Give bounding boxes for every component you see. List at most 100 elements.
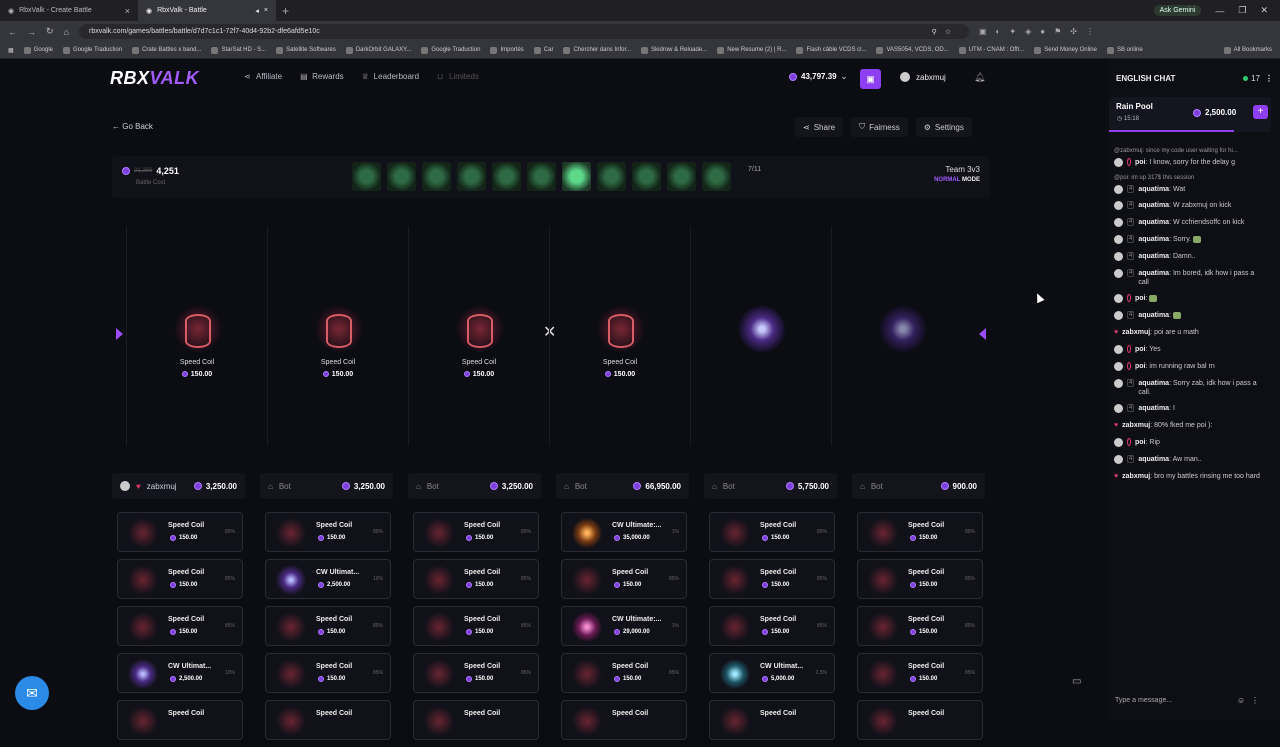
nav-affiliate[interactable]: ⋖ Affiliate	[244, 72, 282, 81]
drop-card[interactable]: Speed Coil 150.00 85%	[857, 559, 983, 599]
close-tab-icon[interactable]: ×	[264, 7, 268, 14]
bookmark[interactable]: StarSat HD - S...	[211, 46, 266, 54]
bookmark[interactable]: Send Money Online	[1034, 46, 1097, 54]
avatar[interactable]	[1114, 438, 1123, 447]
case-thumbnail[interactable]	[667, 162, 696, 191]
drop-card[interactable]: CW Ultimat... 2,500.00 10%	[117, 653, 243, 693]
bookmark-folder[interactable]: Car	[533, 46, 553, 54]
browser-tab-battle[interactable]: ◉ RbxValk - Battle ◂ ×	[138, 0, 276, 21]
case-thumbnail[interactable]	[457, 162, 486, 191]
avatar[interactable]	[1114, 379, 1123, 388]
drop-card[interactable]: Speed Coil 150.00 85%	[857, 512, 983, 552]
case-thumbnail[interactable]	[527, 162, 556, 191]
chat-username[interactable]: aquatima	[1138, 236, 1169, 243]
home-icon[interactable]: ⌂	[64, 27, 69, 37]
browser-tab-create-battle[interactable]: ◉ RbxValk - Create Battle ×	[0, 0, 138, 21]
drop-card[interactable]: Speed Coil 150.00 85%	[857, 653, 983, 693]
go-back-link[interactable]: ← Go Back	[112, 122, 153, 131]
bookmark[interactable]: Crate Battles x band...	[132, 46, 201, 54]
chat-message-input[interactable]: Type a message... ☺⋮	[1109, 689, 1271, 711]
avatar[interactable]	[1114, 269, 1123, 278]
drop-card[interactable]: Speed Coil 150.00 85%	[117, 559, 243, 599]
nav-rewards[interactable]: ▤ Rewards	[300, 72, 344, 81]
apps-grid-icon[interactable]: ▦	[8, 47, 14, 54]
chat-username[interactable]: zabxmuj	[1122, 329, 1150, 336]
drop-card[interactable]: Speed Coil	[709, 700, 835, 740]
address-actions-icon[interactable]: ⚲☆	[932, 28, 959, 36]
case-thumbnail[interactable]	[387, 162, 416, 191]
avatar[interactable]	[1114, 252, 1123, 261]
bookmark[interactable]: Chercher dans Infor...	[563, 46, 631, 54]
avatar[interactable]	[1114, 158, 1123, 167]
drop-card[interactable]: Speed Coil	[265, 700, 391, 740]
reload-icon[interactable]: ↻	[46, 26, 54, 37]
share-button[interactable]: ⋖ Share	[795, 117, 844, 137]
avatar[interactable]	[1114, 294, 1123, 303]
chat-menu-icon[interactable]: ⋮	[1265, 74, 1273, 83]
case-thumbnail[interactable]	[562, 162, 591, 191]
chat-username[interactable]: aquatima	[1138, 405, 1169, 412]
avatar[interactable]	[1114, 311, 1123, 320]
drop-card[interactable]: Speed Coil	[857, 700, 983, 740]
speaker-icon[interactable]: ◂	[255, 7, 259, 15]
drop-card[interactable]: CW Ultimat... 5,000.00 2.5%	[709, 653, 835, 693]
case-thumbnail[interactable]	[632, 162, 661, 191]
support-chat-button[interactable]: ✉	[15, 676, 49, 710]
case-thumbnail[interactable]	[702, 162, 731, 191]
extension-icon[interactable]: ✦	[1009, 27, 1016, 36]
drop-card[interactable]: Speed Coil 150.00 85%	[413, 512, 539, 552]
minimize-icon[interactable]: —	[1215, 6, 1224, 16]
maximize-icon[interactable]: ❐	[1238, 5, 1246, 16]
extension-icon[interactable]: ●	[1040, 27, 1045, 36]
extension-icon[interactable]: ◈	[1025, 27, 1031, 36]
avatar[interactable]	[120, 481, 130, 491]
drop-card[interactable]: Speed Coil 150.00 85%	[561, 559, 687, 599]
drop-card[interactable]: CW Ultimate:... 35,000.00 1%	[561, 512, 687, 552]
close-window-icon[interactable]: ✕	[1260, 5, 1268, 16]
drop-card[interactable]: Speed Coil 150.00 85%	[413, 606, 539, 646]
avatar[interactable]	[1114, 404, 1123, 413]
site-logo[interactable]: RBXVALK	[110, 68, 199, 89]
chat-username[interactable]: aquatima	[1138, 219, 1169, 226]
extension-icon[interactable]: ▣	[979, 27, 987, 36]
ask-gemini-button[interactable]: Ask Gemini	[1153, 5, 1202, 16]
drop-card[interactable]: Speed Coil 150.00 85%	[413, 559, 539, 599]
bell-icon[interactable]: 🔔︎	[974, 72, 985, 83]
avatar[interactable]	[1114, 201, 1123, 210]
chat-username[interactable]: zabxmuj	[1122, 422, 1150, 429]
balance-display[interactable]: 43,797.39 ⌄	[789, 72, 847, 81]
drop-card[interactable]: Speed Coil 150.00 85%	[561, 653, 687, 693]
drop-card[interactable]: Speed Coil	[117, 700, 243, 740]
drop-card[interactable]: CW Ultimat... 2,500.00 10%	[265, 559, 391, 599]
chat-username[interactable]: aquatima	[1138, 456, 1169, 463]
case-thumbnail[interactable]	[422, 162, 451, 191]
tip-rain-button[interactable]: +	[1253, 105, 1268, 119]
chat-username[interactable]: aquatima	[1138, 253, 1169, 260]
avatar[interactable]	[1114, 235, 1123, 244]
avatar[interactable]	[1114, 345, 1123, 354]
bookmark[interactable]: VAS5054, VCDS, OD...	[876, 46, 949, 54]
bookmark[interactable]: UTM - CNAM : Offr...	[958, 46, 1024, 54]
chat-username[interactable]: aquatima	[1138, 186, 1169, 193]
bookmark[interactable]: Google Traduction	[421, 46, 480, 54]
chat-username[interactable]: poi	[1135, 295, 1146, 302]
chat-username[interactable]: zabxmuj	[1122, 473, 1150, 480]
all-bookmarks-folder[interactable]: All Bookmarks	[1223, 46, 1272, 54]
drop-card[interactable]: Speed Coil	[561, 700, 687, 740]
avatar[interactable]	[1114, 218, 1123, 227]
emoji-and-menu-icon[interactable]: ☺⋮	[1237, 696, 1265, 705]
chat-username[interactable]: aquatima	[1138, 202, 1169, 209]
avatar[interactable]	[1114, 185, 1123, 194]
drop-card[interactable]: Speed Coil 150.00 85%	[413, 653, 539, 693]
deposit-button[interactable]: ▣	[860, 69, 881, 89]
drop-card[interactable]: Speed Coil 150.00 85%	[265, 512, 391, 552]
bookmark-folder[interactable]: Importés	[490, 46, 524, 54]
player-name[interactable]: zabxmuj	[147, 482, 177, 491]
chat-username[interactable]: poi	[1135, 363, 1146, 370]
avatar[interactable]	[1114, 362, 1123, 371]
fairness-button[interactable]: ⛉ Fairness	[851, 117, 908, 137]
drop-card[interactable]: Speed Coil 150.00 85%	[117, 512, 243, 552]
drop-card[interactable]: CW Ultimate:... 29,000.00 1%	[561, 606, 687, 646]
drop-card[interactable]: Speed Coil 150.00 85%	[857, 606, 983, 646]
new-tab-icon[interactable]: +	[276, 4, 295, 18]
